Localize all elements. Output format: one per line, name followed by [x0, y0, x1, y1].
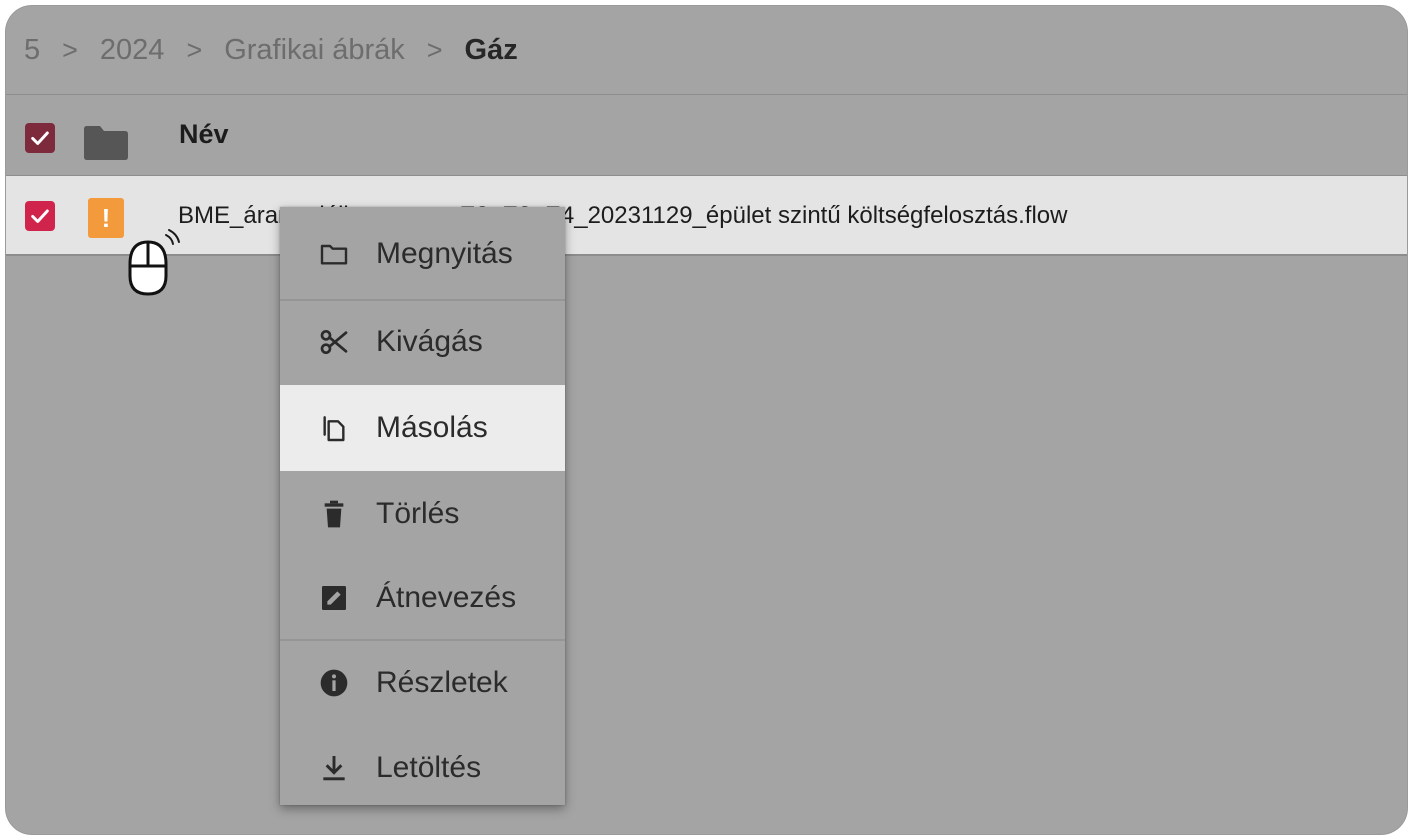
breadcrumb: 5 > 2024 > Grafikai ábrák > Gáz: [6, 6, 1407, 94]
menu-item-label: Megnyitás: [376, 237, 513, 270]
trash-icon: [316, 496, 352, 532]
download-icon: [316, 750, 352, 786]
menu-item-label: Átnevezés: [376, 581, 517, 614]
breadcrumb-item-gaz: Gáz: [464, 33, 518, 66]
menu-item-details[interactable]: Részletek: [280, 640, 565, 726]
breadcrumb-separator: >: [62, 34, 78, 65]
breadcrumb-item-5[interactable]: 5: [24, 34, 40, 67]
file-browser-window: 5 > 2024 > Grafikai ábrák > Gáz Név ! BM…: [6, 6, 1407, 834]
menu-item-label: Részletek: [376, 666, 508, 699]
copy-icon: [316, 410, 352, 446]
menu-item-copy[interactable]: Másolás: [280, 385, 565, 471]
table-row[interactable]: ! BME_áram_déli_campus_E2_E3_E4_20231129…: [6, 176, 1407, 256]
column-header-name[interactable]: Név: [179, 119, 229, 150]
scissors-icon: [316, 324, 352, 360]
menu-item-cut[interactable]: Kivágás: [280, 299, 565, 385]
menu-item-delete[interactable]: Törlés: [280, 471, 565, 557]
menu-item-label: Kivágás: [376, 325, 483, 358]
menu-item-label: Másolás: [376, 411, 488, 444]
table-header: Név: [6, 95, 1407, 175]
check-icon: [31, 209, 49, 223]
breadcrumb-item-grafikai-abrak[interactable]: Grafikai ábrák: [224, 34, 405, 67]
warning-file-icon: !: [88, 198, 124, 238]
row-checkbox[interactable]: [25, 201, 55, 231]
mouse-click-icon: [128, 229, 180, 296]
menu-item-open[interactable]: Megnyitás: [280, 211, 565, 297]
context-menu: Megnyitás Kivágás Másolás Törlés Átnevez…: [280, 207, 565, 805]
breadcrumb-item-2024[interactable]: 2024: [100, 34, 165, 67]
select-all-checkbox[interactable]: [25, 123, 55, 153]
info-icon: [316, 665, 352, 701]
menu-item-rename[interactable]: Átnevezés: [280, 555, 565, 641]
menu-item-download[interactable]: Letöltés: [280, 725, 565, 811]
breadcrumb-separator: >: [426, 34, 443, 65]
menu-item-label: Letöltés: [376, 751, 482, 784]
folder-icon: [84, 126, 128, 160]
menu-item-label: Törlés: [376, 497, 460, 530]
rename-icon: [316, 580, 352, 616]
breadcrumb-separator: >: [186, 34, 203, 65]
folder-open-icon: [316, 236, 352, 272]
check-icon: [31, 131, 49, 145]
